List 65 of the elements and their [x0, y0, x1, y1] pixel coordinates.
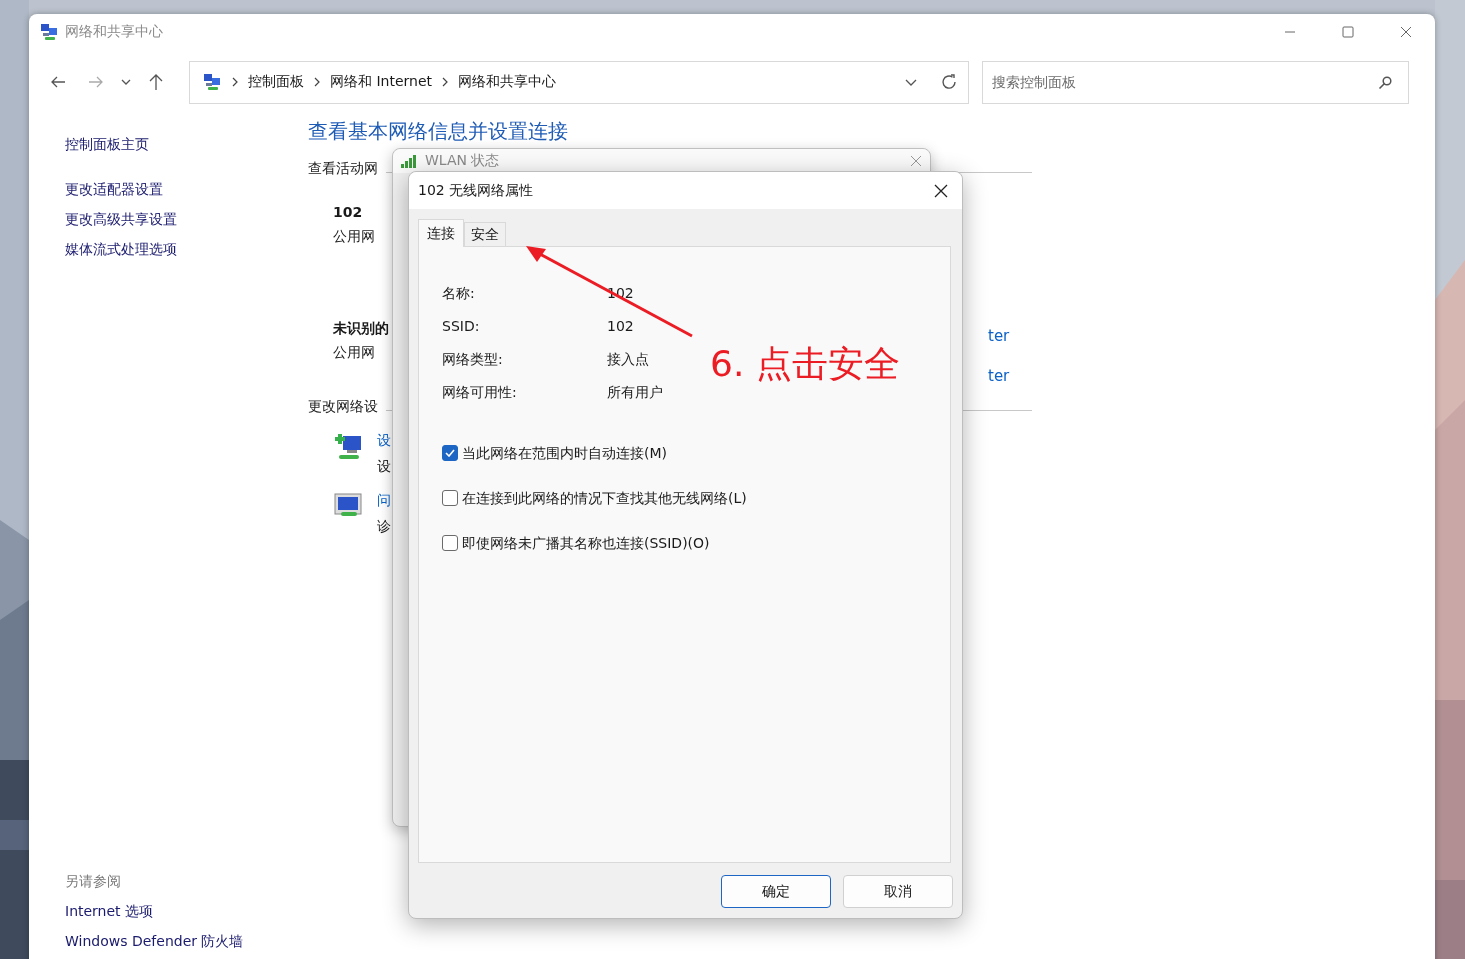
chevron-right-icon: [232, 77, 238, 87]
maximize-icon: [1342, 26, 1354, 38]
network-icon: [202, 72, 222, 92]
close-icon: [910, 155, 922, 167]
tab[interactable]: 安全: [464, 222, 506, 246]
dialog-title: 102 无线网络属性: [418, 181, 534, 200]
dialog-title: WLAN 状态: [425, 152, 500, 170]
task-description: 诊: [377, 517, 391, 536]
section-title: 另请参阅: [65, 873, 122, 891]
chevron-down-icon: [121, 79, 131, 85]
task-description: 设: [377, 457, 391, 476]
checkbox-label: 即使网络未广播其名称也连接(SSID)(O): [462, 534, 710, 553]
section-title: 更改网络设: [308, 398, 378, 416]
connection-link[interactable]: ter: [988, 326, 1010, 346]
checkbox[interactable]: [442, 490, 458, 506]
close-icon: [934, 183, 948, 198]
section-title: 查看活动网: [308, 160, 378, 178]
page-heading: 查看基本网络信息并设置连接: [308, 118, 569, 144]
sidebar-link[interactable]: 控制面板主页: [65, 134, 149, 154]
network-icon: [39, 22, 59, 42]
network-type: 公用网: [333, 343, 375, 362]
chevron-right-icon: [442, 77, 449, 87]
sidebar-link[interactable]: 媒体流式处理选项: [65, 239, 177, 259]
field-value: 102: [607, 317, 634, 336]
network-type: 公用网: [333, 227, 375, 246]
connection-link[interactable]: ter: [988, 366, 1010, 386]
window-title: 网络和共享中心: [65, 23, 163, 41]
address-bar[interactable]: 控制面板 网络和 Internet 网络和共享中心: [189, 60, 969, 104]
ok-button[interactable]: 确定: [721, 875, 831, 908]
breadcrumb[interactable]: 网络和共享中心: [458, 73, 557, 91]
up-arrow-icon: [148, 73, 164, 91]
field-label: 网络类型:: [442, 350, 503, 369]
field-value: 所有用户: [607, 383, 663, 402]
field-label: SSID:: [442, 317, 480, 336]
tab[interactable]: 连接: [418, 219, 464, 247]
checkbox-label: 当此网络在范围内时自动连接(M): [462, 444, 667, 463]
search-icon: [1378, 75, 1392, 90]
task-link[interactable]: 问: [377, 490, 391, 510]
signal-bars-icon: [401, 154, 419, 168]
chevron-down-icon: [905, 78, 917, 86]
breadcrumb[interactable]: 控制面板: [248, 73, 304, 91]
sidebar-link[interactable]: 更改适配器设置: [65, 179, 163, 199]
network-name: 102: [333, 203, 363, 222]
network-name: 未识别的: [333, 319, 389, 338]
chevron-right-icon: [314, 77, 320, 87]
checkbox[interactable]: [442, 535, 458, 551]
breadcrumb[interactable]: 网络和 Internet: [330, 73, 433, 91]
close-icon: [1400, 26, 1412, 38]
close-button[interactable]: [910, 155, 922, 167]
checkbox[interactable]: [442, 445, 458, 461]
field-label: 网络可用性:: [442, 383, 517, 402]
sidebar-link[interactable]: 更改高级共享设置: [65, 209, 177, 229]
back-arrow-icon: [50, 74, 66, 90]
field-label: 名称:: [442, 284, 475, 303]
check-icon: [445, 449, 455, 457]
field-value: 接入点: [607, 350, 649, 369]
search-field[interactable]: 搜索控制面板: [982, 60, 1409, 104]
sidebar-link[interactable]: Internet 选项: [65, 901, 154, 921]
sidebar-link[interactable]: Windows Defender 防火墙: [65, 931, 244, 951]
forward-arrow-icon: [88, 74, 104, 90]
annotation-text: 6. 点击安全: [710, 342, 900, 386]
task-link[interactable]: 设: [377, 430, 391, 450]
cancel-button[interactable]: 取消: [843, 875, 953, 908]
checkbox-label: 在连接到此网络的情况下查找其他无线网络(L): [462, 489, 747, 508]
refresh-icon: [940, 73, 958, 91]
